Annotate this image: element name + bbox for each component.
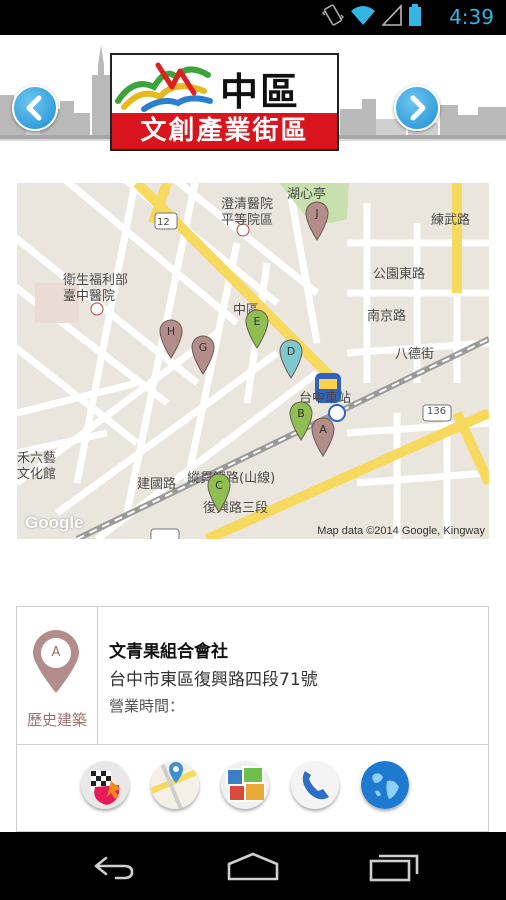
wifi-icon bbox=[350, 4, 376, 30]
map-marker-e[interactable]: E bbox=[245, 309, 269, 349]
map-label: 文化館 bbox=[17, 467, 57, 482]
logo-title: 中區 bbox=[220, 69, 301, 114]
status-icons bbox=[322, 3, 422, 30]
action-bar bbox=[17, 745, 488, 833]
map-view[interactable]: 澄清醫院 平等院區 湖心亭 練武路 衛生福利部 臺中醫院 公園東路 南京路 八德… bbox=[17, 183, 489, 539]
map-marker-j[interactable]: J bbox=[305, 201, 329, 241]
location-pin-icon bbox=[33, 630, 79, 693]
chevron-right-icon bbox=[410, 95, 426, 121]
place-name: 文青果組合會社 bbox=[109, 642, 228, 662]
map-label: 縱貫鐵路(山線) bbox=[187, 471, 276, 486]
map-marker-label: A bbox=[319, 423, 327, 436]
map-marker-label: C bbox=[215, 479, 223, 492]
google-logo: Google bbox=[25, 513, 84, 532]
map-label: 公園東路 bbox=[373, 267, 426, 282]
website-button[interactable] bbox=[361, 761, 409, 809]
map-marker-label: J bbox=[314, 207, 318, 220]
road-shield-label: 12 bbox=[157, 217, 170, 228]
previous-button[interactable] bbox=[12, 85, 58, 131]
map-marker-c[interactable]: C bbox=[207, 473, 231, 513]
battery-icon bbox=[408, 4, 422, 30]
recent-apps-icon[interactable] bbox=[368, 852, 420, 882]
checkered-flag-navigation-icon bbox=[81, 761, 129, 809]
place-address: 台中市東區復興路四段71號 bbox=[109, 670, 318, 690]
pin-letter: A bbox=[51, 645, 61, 660]
map-label: 練武路 bbox=[431, 213, 471, 228]
map-label: 南京路 bbox=[367, 309, 407, 324]
header-banner: 中區 文創產業街區 bbox=[0, 35, 506, 151]
vibrate-icon bbox=[322, 4, 344, 30]
clock: 4:39 bbox=[449, 5, 494, 29]
road-shield-label: 136 bbox=[427, 406, 447, 417]
logo-emblem bbox=[115, 62, 213, 112]
place-hours: 營業時間： bbox=[109, 697, 185, 715]
map-marker-label: E bbox=[254, 315, 261, 328]
navigate-button[interactable] bbox=[81, 761, 129, 809]
next-button[interactable] bbox=[394, 85, 440, 131]
map-label: 臺中醫院 bbox=[63, 289, 116, 304]
phone-icon bbox=[291, 761, 339, 809]
map-attribution: Map data ©2014 Google, Kingway bbox=[317, 525, 485, 537]
globe-icon bbox=[361, 761, 409, 809]
photo-gallery-icon bbox=[221, 761, 269, 809]
map-marker-h[interactable]: H bbox=[159, 319, 183, 359]
map-button[interactable] bbox=[151, 761, 199, 809]
map-label: 平等院區 bbox=[221, 213, 274, 228]
place-card[interactable]: A 歷史建築 文青果組合會社 台中市東區復興路四段71號 營業時間： bbox=[16, 606, 489, 832]
map-marker-label: G bbox=[199, 341, 208, 354]
map-pin-icon bbox=[151, 761, 199, 809]
map-marker-a[interactable]: A bbox=[311, 417, 335, 457]
call-button[interactable] bbox=[291, 761, 339, 809]
chevron-left-icon bbox=[26, 95, 42, 121]
logo-subtitle: 文創產業街區 bbox=[112, 113, 337, 149]
map-label: 湖心亭 bbox=[287, 187, 327, 202]
map-marker-label: H bbox=[167, 325, 175, 338]
status-bar: 4:39 bbox=[0, 0, 506, 35]
place-category: 歷史建築 bbox=[26, 711, 87, 729]
app-logo: 中區 文創產業街區 bbox=[110, 53, 339, 151]
map-marker-label: D bbox=[287, 345, 295, 358]
map-marker-d[interactable]: D bbox=[279, 339, 303, 379]
back-icon[interactable] bbox=[88, 852, 136, 882]
map-marker-b[interactable]: B bbox=[289, 401, 313, 441]
map-marker-label: B bbox=[297, 407, 305, 420]
system-nav-bar bbox=[0, 832, 506, 900]
map-label: 八德街 bbox=[395, 347, 435, 362]
signal-icon bbox=[381, 3, 402, 30]
map-marker-g[interactable]: G bbox=[191, 335, 215, 375]
map-label: 建國路 bbox=[137, 477, 177, 492]
photos-button[interactable] bbox=[221, 761, 269, 809]
home-icon[interactable] bbox=[226, 852, 280, 882]
